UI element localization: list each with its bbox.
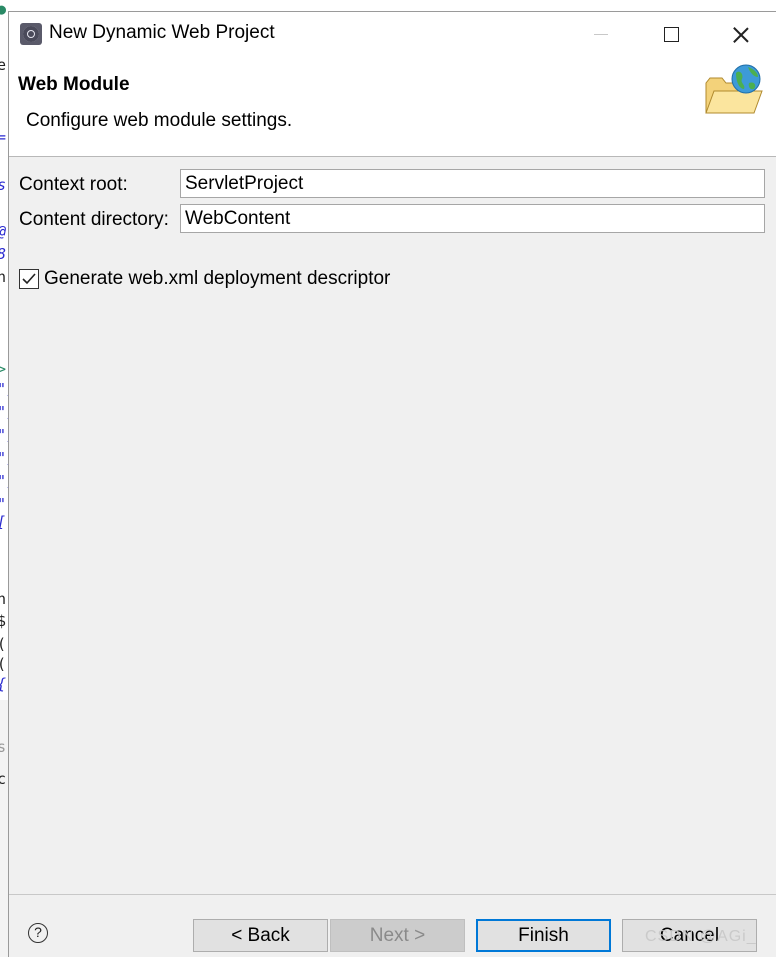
wizard-header: Web Module Configure web module settings… — [9, 57, 776, 157]
back-button[interactable]: < Back — [193, 919, 328, 952]
screen: ● e = s @ 8 n > ", ", ", ", ", "[ n $ ( … — [0, 0, 778, 957]
eclipse-gear-icon — [20, 23, 42, 45]
editor-fragment: ● — [0, 0, 6, 18]
window-title: New Dynamic Web Project — [49, 22, 275, 43]
editor-fragment: @ — [0, 222, 6, 240]
editor-fragment: > — [0, 360, 6, 378]
content-directory-input[interactable] — [180, 204, 765, 233]
editor-fragment: e — [0, 56, 7, 74]
editor-fragment: n — [0, 590, 7, 608]
finish-button[interactable]: Finish — [476, 919, 611, 952]
generate-descriptor-label[interactable]: Generate web.xml deployment descriptor — [44, 268, 390, 290]
editor-fragment: $ — [0, 612, 7, 630]
close-icon — [733, 27, 749, 43]
maximize-icon — [663, 27, 679, 42]
context-root-input[interactable] — [180, 169, 765, 198]
maximize-button[interactable] — [636, 12, 706, 57]
editor-fragment: c — [0, 770, 7, 788]
folder-globe-icon — [705, 64, 763, 114]
content-directory-label: Content directory: — [19, 209, 169, 230]
new-project-dialog: New Dynamic Web Project Web Module Confi… — [8, 11, 776, 957]
editor-fragment: 8 — [0, 245, 6, 263]
minimize-button[interactable] — [566, 12, 636, 57]
checkmark-icon — [22, 273, 36, 285]
minimize-icon — [594, 34, 608, 35]
editor-fragment: { — [0, 675, 6, 693]
editor-fragment: ( — [0, 655, 6, 673]
context-root-label: Context root: — [19, 174, 128, 195]
editor-fragment: n — [0, 268, 7, 286]
editor-fragment: s — [0, 176, 6, 194]
help-icon[interactable]: ? — [28, 923, 48, 943]
editor-fragment: ( — [0, 635, 6, 653]
watermark: CSDN @AGi_ — [645, 928, 757, 945]
footer-divider — [9, 894, 776, 895]
editor-fragment: s — [0, 738, 7, 756]
generate-descriptor-checkbox[interactable] — [19, 269, 39, 289]
title-bar: New Dynamic Web Project — [9, 12, 776, 57]
editor-fragment: = — [0, 128, 6, 146]
close-button[interactable] — [706, 12, 776, 57]
next-button: Next > — [330, 919, 465, 952]
page-title: Web Module — [18, 74, 130, 95]
page-description: Configure web module settings. — [26, 110, 293, 131]
